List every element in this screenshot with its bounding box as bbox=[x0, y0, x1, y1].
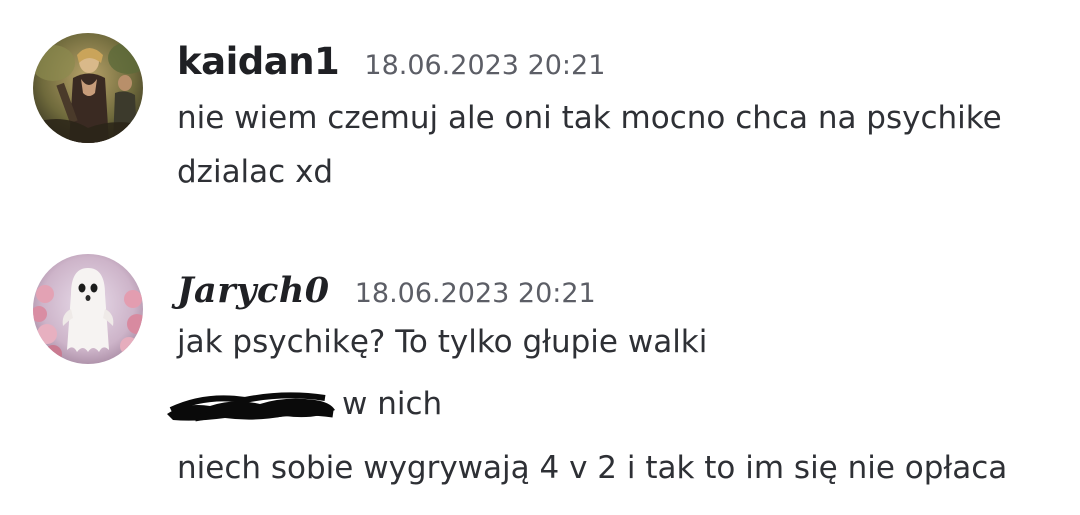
message-text-fragment: w nich bbox=[342, 386, 443, 422]
message-text-line: nie wiem czemuj ale oni tak mocno chca n… bbox=[177, 100, 1002, 136]
message-header: Jarych0 18.06.2023 20:21 bbox=[177, 270, 596, 311]
ghost-avatar-icon[interactable] bbox=[33, 254, 143, 364]
message-text-line: jak psychikę? To tylko głupie walki bbox=[177, 324, 708, 360]
redaction-scribble bbox=[167, 386, 342, 422]
message-jarych0: Jarych0 18.06.2023 20:21 jak psychikę? T… bbox=[0, 240, 1080, 515]
message-text-line: niech sobie wygrywają 4 v 2 i tak to im … bbox=[177, 450, 1008, 486]
username[interactable]: kaidan1 bbox=[177, 40, 340, 83]
message-kaidan1: kaidan1 18.06.2023 20:21 nie wiem czemuj… bbox=[0, 0, 1080, 240]
message-text-line: w nich bbox=[167, 386, 443, 422]
message-text-line: dzialac xd bbox=[177, 154, 334, 190]
timestamp: 18.06.2023 20:21 bbox=[354, 278, 596, 309]
warrior-avatar-icon[interactable] bbox=[33, 33, 143, 143]
username[interactable]: Jarych0 bbox=[177, 270, 330, 311]
message-header: kaidan1 18.06.2023 20:21 bbox=[177, 40, 605, 83]
timestamp: 18.06.2023 20:21 bbox=[364, 50, 606, 81]
